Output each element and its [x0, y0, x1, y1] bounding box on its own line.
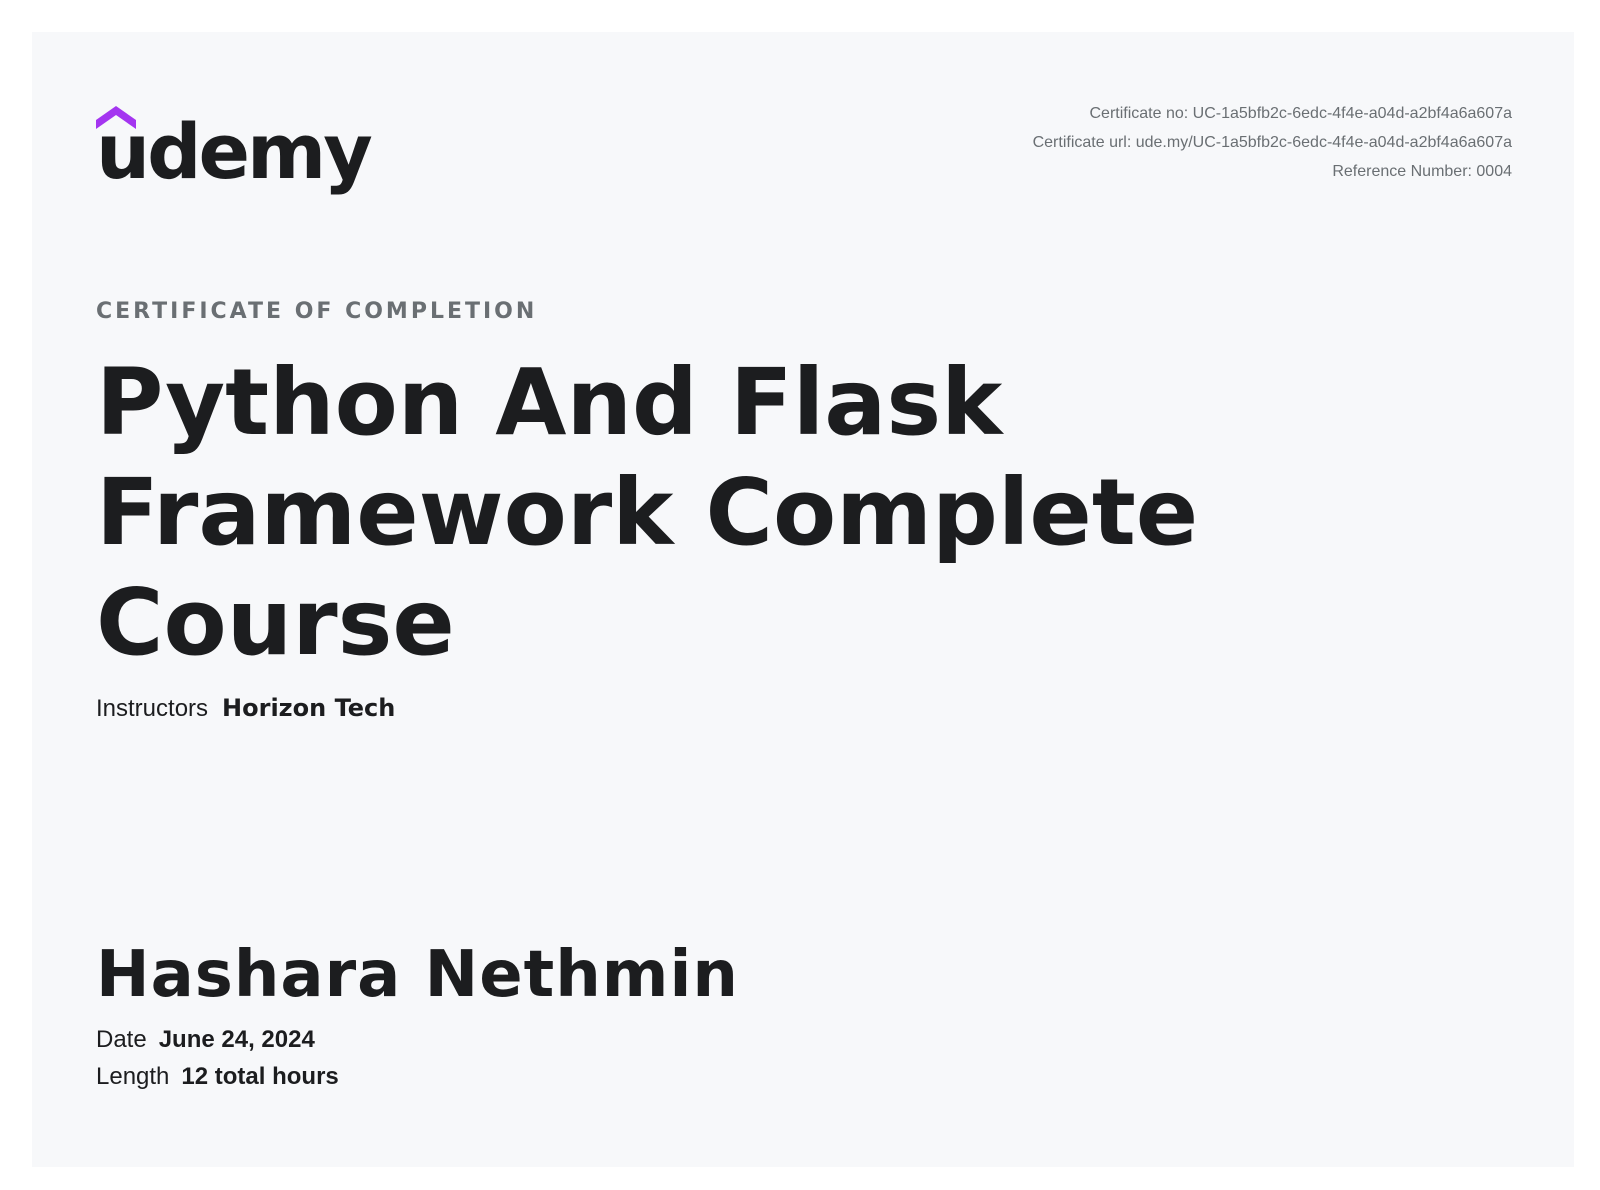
- date-label: Date: [96, 1026, 147, 1053]
- length-row: Length 12 total hours: [96, 1063, 339, 1091]
- instructors-value: Horizon Tech: [222, 694, 396, 722]
- reference-number: Reference Number: 0004: [1332, 163, 1512, 180]
- date-row: Date June 24, 2024: [96, 1026, 315, 1054]
- certificate-eyebrow: CERTIFICATE OF COMPLETION: [96, 299, 538, 324]
- udemy-logo: udemy: [96, 96, 373, 196]
- udemy-wordmark: udemy: [96, 107, 373, 196]
- date-value: June 24, 2024: [158, 1026, 315, 1053]
- certificate-meta: Certificate no: UC-1a5bfb2c-6edc-4f4e-a0…: [1033, 99, 1512, 186]
- length-value: 12 total hours: [181, 1063, 339, 1090]
- length-label: Length: [96, 1063, 170, 1090]
- course-title: Python And Flask Framework Complete Cour…: [96, 349, 1199, 676]
- recipient-name: Hashara Nethmin: [96, 938, 739, 1012]
- instructors-row: Instructors Horizon Tech: [96, 694, 395, 723]
- certificate-url: Certificate url: ude.my/UC-1a5bfb2c-6edc…: [1032, 134, 1512, 151]
- certificate-number: Certificate no: UC-1a5bfb2c-6edc-4f4e-a0…: [1089, 105, 1513, 122]
- instructors-label: Instructors: [96, 695, 209, 722]
- certificate-card: udemy Certificate no: UC-1a5bfb2c-6edc-4…: [32, 32, 1574, 1167]
